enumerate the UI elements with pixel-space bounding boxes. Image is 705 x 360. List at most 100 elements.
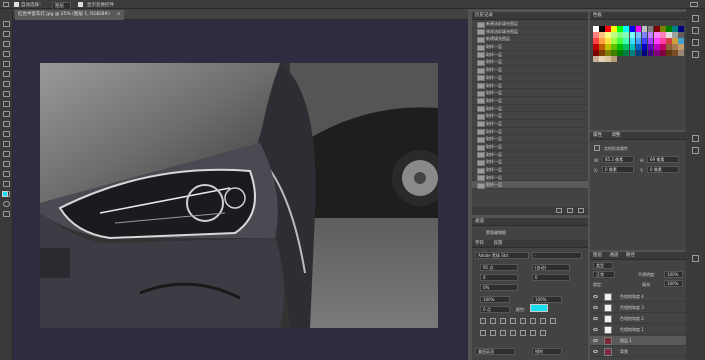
color-swatch[interactable] [605,44,611,50]
color-swatch[interactable] [605,32,611,38]
color-swatch[interactable] [593,38,599,44]
color-swatch[interactable] [647,50,654,56]
color-swatch[interactable] [678,50,684,56]
history-item[interactable]: 取样一层 [472,128,588,136]
color-swatch[interactable] [635,50,642,56]
adjustments-icon[interactable] [692,147,699,154]
color-swatch[interactable] [629,32,636,38]
path-select-tool-icon[interactable] [3,181,10,187]
history-item[interactable]: 取样一层 [472,58,588,67]
dodge-tool-icon[interactable] [3,151,10,157]
history-item[interactable]: 取样一层 [472,97,588,105]
layer-row[interactable]: 色相饱和度 2 [590,314,686,324]
color-swatch[interactable] [623,26,630,32]
color-swatch[interactable] [647,26,654,32]
color-swatch[interactable] [660,50,666,56]
fraction-icon[interactable] [540,330,546,336]
baseline-shift-field[interactable]: 0 点 [480,306,510,313]
color-swatch[interactable] [660,44,666,50]
color-swatch[interactable] [617,32,623,38]
w-field[interactable]: 85.3 像素 [602,156,634,163]
color-swatch[interactable] [666,26,672,32]
history-item[interactable]: 取样一层 [472,89,588,97]
color-swatch[interactable] [641,44,648,50]
color-swatch[interactable] [672,32,678,38]
color-swatch[interactable] [635,32,642,38]
history-item[interactable]: 取样一层 [472,43,588,51]
eye-icon[interactable] [593,350,598,353]
vertical-scale-field[interactable]: 100% [480,296,510,303]
tab-character[interactable]: 字符 [475,241,484,246]
eye-icon[interactable] [593,295,598,298]
color-swatch[interactable] [666,32,672,38]
y-field[interactable]: 0 像素 [647,166,679,173]
color-icon[interactable] [692,27,699,34]
swatches-icon[interactable] [692,39,699,46]
faux-italic-icon[interactable] [490,318,496,324]
history-item[interactable]: 取样一层 [472,181,588,190]
stamp-tool-icon[interactable] [3,101,10,107]
color-swatch[interactable] [593,50,599,56]
color-swatch[interactable] [617,26,623,32]
color-swatch[interactable] [599,56,605,63]
color-swatch[interactable] [672,50,678,56]
eye-icon[interactable] [593,317,598,320]
color-swatch[interactable] [660,26,666,32]
healing-tool-icon[interactable] [3,81,10,87]
swash-icon[interactable] [510,330,516,336]
color-swatch[interactable] [660,38,666,44]
color-swatch[interactable] [629,26,636,32]
h-field[interactable]: 69 像素 [647,156,679,163]
eraser-tool-icon[interactable] [3,121,10,127]
horizontal-scale-field[interactable]: 100% [532,296,562,303]
layers-icon[interactable] [692,255,699,262]
color-swatch[interactable] [611,44,617,50]
tab-paragraph[interactable]: 段落 [493,241,502,246]
layer-row[interactable]: 色相饱和度 4 [590,292,686,302]
color-swatch[interactable] [605,38,611,44]
new-snapshot-icon[interactable] [556,208,562,213]
color-swatch[interactable] [623,44,630,50]
color-swatch[interactable] [629,44,636,50]
text-color-swatch[interactable] [530,304,548,312]
color-swatch[interactable] [653,32,660,38]
workspace-icon[interactable] [690,2,698,7]
color-swatch[interactable] [641,50,648,56]
color-swatch[interactable] [635,38,642,44]
color-swatch[interactable] [629,50,636,56]
color-swatch[interactable] [623,38,630,44]
color-swatch[interactable] [641,26,648,32]
faux-bold-icon[interactable] [480,318,486,324]
color-swatch[interactable] [599,26,605,32]
hand-tool-icon[interactable] [3,201,10,207]
camera-icon[interactable] [567,208,573,213]
color-swatch[interactable] [672,38,678,44]
color-swatch[interactable] [605,26,611,32]
language-select[interactable]: 美国英语 [475,348,515,355]
contextual-alt-icon[interactable] [490,330,496,336]
history-item[interactable]: 取样一层 [472,82,588,90]
color-swatch[interactable] [653,44,660,50]
history-icon[interactable] [692,15,699,22]
color-swatch[interactable] [611,56,617,63]
tab-paths[interactable]: 路径 [626,253,635,258]
history-item[interactable]: 取样一层 [472,112,588,120]
document-image[interactable] [40,63,438,328]
layer-row[interactable]: 色相饱和度 3 [590,303,686,313]
color-swatch[interactable] [666,50,672,56]
show-transform-checkbox[interactable] [78,2,83,7]
marquee-tool-icon[interactable] [3,31,10,37]
history-item[interactable]: 取样一层 [472,74,588,82]
history-item[interactable]: 新建填充图层 [472,35,588,44]
layer-kind-filter[interactable]: 类型 [593,262,613,269]
color-swatch[interactable] [617,44,623,50]
blur-tool-icon[interactable] [3,141,10,147]
color-swatch[interactable] [611,32,617,38]
move-tool-icon[interactable] [3,21,10,27]
tab-channels[interactable]: 通道 [609,253,618,258]
color-swatch[interactable] [678,38,684,44]
color-swatch[interactable] [611,26,617,32]
auto-select-checkbox[interactable] [14,2,19,7]
color-swatch[interactable] [653,50,660,56]
color-swatch[interactable] [623,50,630,56]
